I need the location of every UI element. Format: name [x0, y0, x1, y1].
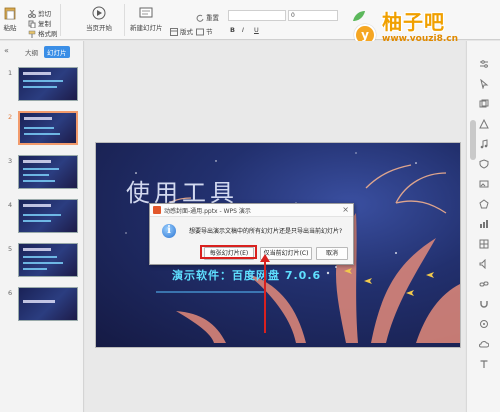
slide-underline — [156, 291, 266, 293]
section-button[interactable]: 节 — [196, 26, 213, 36]
slide-thumbnail[interactable]: 1 — [0, 67, 84, 107]
copy-slide-icon[interactable] — [479, 99, 489, 109]
italic-button[interactable]: I — [242, 26, 244, 34]
paste-icon — [4, 7, 16, 20]
text-icon[interactable] — [479, 359, 489, 369]
table-icon[interactable] — [479, 239, 489, 249]
right-toolbar — [466, 41, 500, 412]
dialog-message: 想要导出演示文稿中的所有幻灯片还是只导出当前幻灯片? — [189, 228, 343, 235]
slide-number: 1 — [8, 69, 13, 77]
tab-outline[interactable]: 大纲 — [22, 46, 41, 58]
wps-app-icon — [153, 206, 161, 214]
tab-slides[interactable]: 幻灯片 — [44, 46, 70, 58]
slide-panel: « 大纲 幻灯片 1 2 3 4 5 6 — [0, 41, 84, 412]
close-icon[interactable]: × — [342, 205, 349, 214]
layout-button[interactable]: 版式 — [170, 26, 193, 36]
pointer-icon[interactable] — [479, 79, 489, 89]
info-icon: i — [162, 224, 176, 238]
image-icon[interactable] — [479, 179, 489, 189]
layout-label: 版式 — [180, 28, 193, 36]
underline-button[interactable]: U — [254, 26, 259, 34]
new-slide-label: 新建幻灯片 — [130, 24, 163, 32]
cloud-icon[interactable] — [479, 339, 489, 349]
layout-icon — [170, 28, 178, 36]
animation-icon[interactable] — [479, 119, 489, 129]
format-painter-button[interactable]: 格式刷 — [28, 28, 58, 38]
logo-title: 柚子吧 — [382, 10, 445, 34]
collapse-panel-icon[interactable]: « — [4, 46, 9, 55]
section-label: 节 — [206, 28, 213, 36]
reset-label: 重置 — [206, 14, 219, 22]
slide-number: 5 — [8, 245, 13, 253]
chart-icon[interactable] — [479, 219, 489, 229]
font-size-select[interactable]: 0 — [288, 10, 338, 21]
panel-tabs: « 大纲 幻灯片 — [0, 46, 84, 58]
dialog-titlebar[interactable]: 动感封面-通用.pptx - WPS 演示 × — [150, 204, 353, 217]
leaf-icon — [353, 11, 365, 21]
thumbnail-image — [18, 287, 78, 321]
play-icon — [92, 6, 106, 20]
font-name-select[interactable] — [228, 10, 286, 21]
ribbon-divider — [124, 4, 125, 36]
play-label: 当页开始 — [86, 24, 112, 32]
reset-button[interactable]: 重置 — [196, 12, 219, 22]
copy-button[interactable]: 复制 — [28, 18, 51, 28]
format-painter-label: 格式刷 — [38, 30, 58, 38]
slide-number: 2 — [8, 113, 13, 121]
thumbnail-image — [18, 67, 78, 101]
thumbnail-image — [18, 111, 78, 145]
dialog-title: 动感封面-通用.pptx - WPS 演示 — [164, 208, 251, 215]
slide-thumbnail[interactable]: 4 — [0, 199, 84, 239]
shield-icon[interactable] — [479, 159, 489, 169]
thumbnail-image — [18, 155, 78, 189]
cut-button[interactable]: 剪切 — [28, 8, 51, 18]
shape-icon[interactable] — [479, 199, 489, 209]
cancel-button[interactable]: 取消 — [316, 247, 348, 260]
slide-thumbnail[interactable]: 5 — [0, 243, 84, 283]
highlight-box — [200, 245, 257, 259]
ribbon-divider — [60, 4, 61, 36]
scissors-icon — [28, 10, 36, 18]
property-icon[interactable] — [479, 59, 489, 69]
thumbnail-image — [18, 199, 78, 233]
link-icon[interactable] — [479, 279, 489, 289]
new-slide-button[interactable]: 新建幻灯片 — [130, 6, 163, 32]
brush-icon — [28, 30, 36, 38]
annotation-arrow-line — [264, 261, 266, 333]
bold-button[interactable]: B — [230, 26, 235, 34]
slide-thumbnail[interactable]: 3 — [0, 155, 84, 195]
slide-number: 4 — [8, 201, 13, 209]
paste-button[interactable]: 粘贴 — [3, 6, 17, 32]
vertical-scrollbar[interactable] — [470, 120, 476, 160]
slide-number: 6 — [8, 289, 13, 297]
cut-label: 剪切 — [38, 10, 51, 18]
slide-thumbnail[interactable]: 6 — [0, 287, 84, 327]
slide-number: 3 — [8, 157, 13, 165]
thumbnail-image — [18, 243, 78, 277]
section-icon — [196, 28, 204, 36]
speaker-icon[interactable] — [479, 259, 489, 269]
slide-subtitle: 演示软件：百度网盘 7.0.6 — [172, 269, 322, 282]
slide-thumbnail-selected[interactable]: 2 — [0, 111, 84, 151]
copy-icon — [28, 20, 36, 28]
reset-icon — [196, 14, 204, 22]
music-icon[interactable] — [479, 139, 489, 149]
new-slide-icon — [139, 7, 153, 18]
paste-label: 粘贴 — [3, 24, 17, 32]
play-from-current-button[interactable]: 当页开始 — [86, 6, 112, 32]
magnet-icon[interactable] — [479, 299, 489, 309]
copy-label: 复制 — [38, 20, 51, 28]
settings-icon[interactable] — [479, 319, 489, 329]
